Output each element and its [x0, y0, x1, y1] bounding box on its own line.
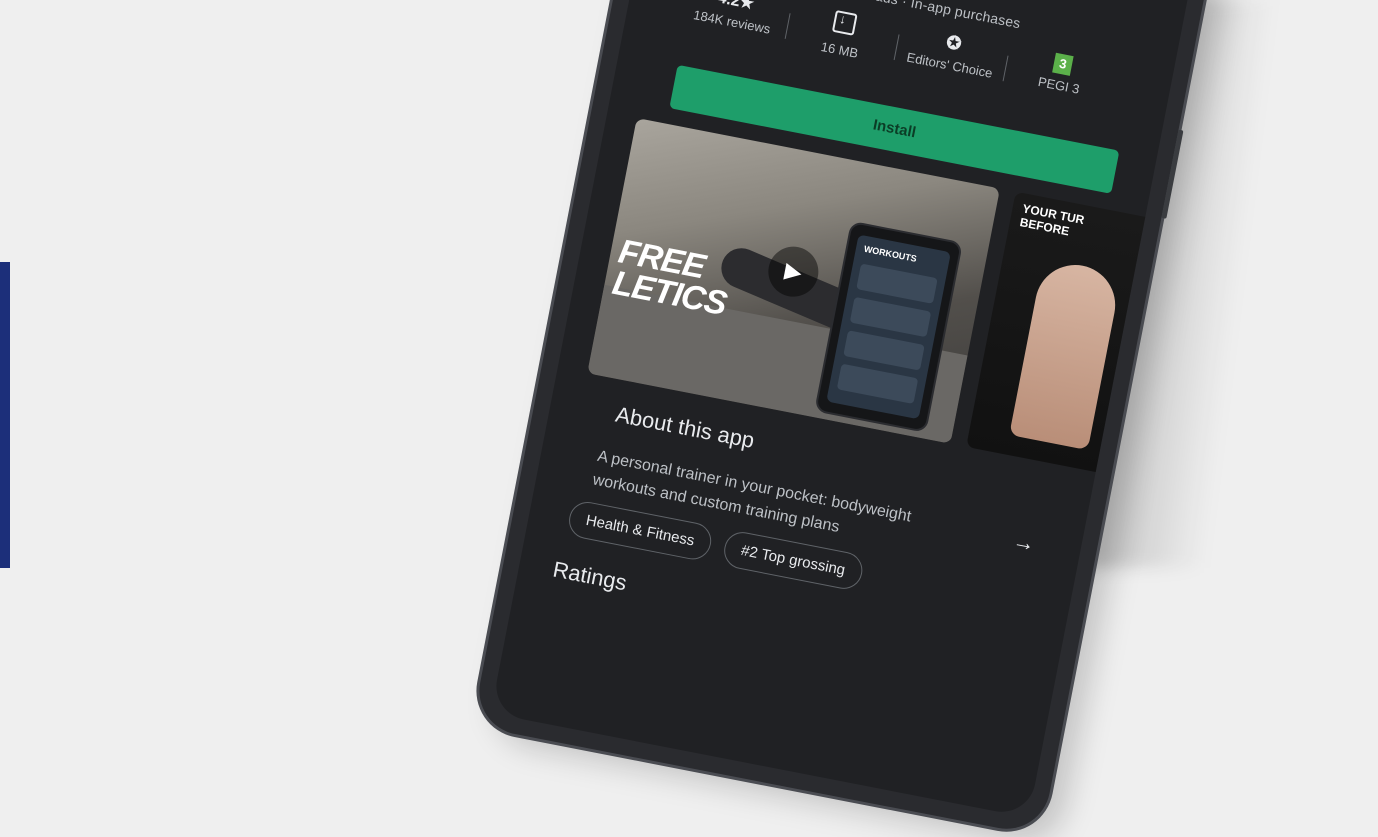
editors-choice-stat: ✪ Editors' Choice [894, 23, 1010, 83]
promo-video[interactable]: FREE LETICS ▶ WORKOUTS [587, 117, 1001, 444]
editors-choice-icon: ✪ [944, 31, 964, 55]
about-title: About this app [613, 401, 757, 454]
arrow-right-icon[interactable]: → [1011, 528, 1037, 558]
rating-stat[interactable]: 4.2★ 184K reviews [676, 0, 791, 40]
app-store-screen: Contains ads · In-app purchases 4.2★ 184… [490, 0, 1210, 818]
shot2-text: YOUR TUR BEFORE [1018, 201, 1086, 239]
size-stat: 16 MB [784, 2, 901, 68]
phone-device: Contains ads · In-app purchases 4.2★ 184… [471, 0, 1229, 837]
ratings-heading: Ratings [550, 556, 629, 596]
pegi-icon: 3 [1052, 52, 1074, 76]
pegi-stat[interactable]: 3 PEGI 3 [1003, 44, 1118, 103]
download-icon [831, 10, 858, 36]
mini-phone-title: WORKOUTS [863, 243, 918, 264]
left-accent-bar [0, 262, 10, 568]
